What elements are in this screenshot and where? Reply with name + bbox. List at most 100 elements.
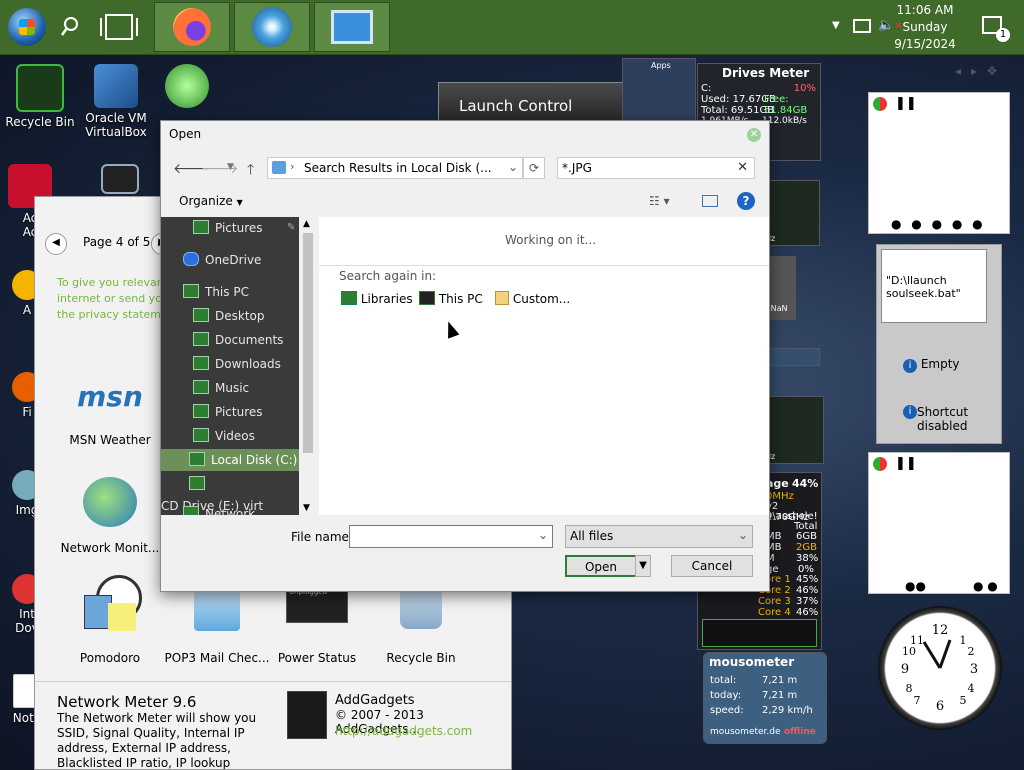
dialog-close-button[interactable]: ✕	[747, 128, 761, 142]
search-icon[interactable]	[60, 16, 80, 38]
up-button[interactable]: 🡑	[247, 159, 254, 183]
clock-face-icon: 12 3 6 9 1 11 10 2 4 5 7 8	[901, 623, 978, 714]
nav-videos[interactable]: Videos	[161, 425, 299, 447]
folder-icon	[193, 428, 209, 442]
nav-label: Pictures	[215, 221, 263, 235]
search-input[interactable]: *.JPG	[562, 161, 592, 175]
scroll-up-icon[interactable]: ▲	[303, 219, 310, 229]
view-options-icon[interactable]: ☷ ▾	[649, 194, 670, 208]
pause-icon[interactable]: ❚❚	[895, 96, 917, 111]
dots-indicator: ●●	[905, 579, 926, 593]
nav-scrollbar[interactable]: ▲ ▼	[299, 217, 317, 515]
clear-search-icon[interactable]: ✕	[737, 160, 748, 175]
address-dropdown-icon[interactable]: ⌄	[508, 160, 518, 174]
nav-onedrive[interactable]: OneDrive	[161, 249, 299, 271]
pause-icon[interactable]: ❚❚	[895, 456, 917, 471]
folder-icon	[193, 356, 209, 370]
organize-button[interactable]: Organize ▼	[179, 194, 243, 208]
refresh-button[interactable]: ⟳	[523, 157, 545, 179]
launch-control-window[interactable]: Launch Control	[438, 82, 640, 124]
desktop-icon-label: Int	[19, 607, 35, 621]
scroll-thumb[interactable]	[303, 233, 313, 453]
file-name-input[interactable]: ⌄	[349, 525, 553, 548]
scroll-down-icon[interactable]: ▼	[303, 503, 310, 513]
preview-pane-icon[interactable]	[702, 195, 718, 207]
msn-logo-icon: msn	[77, 380, 143, 413]
start-button[interactable]	[8, 8, 46, 46]
nav-local-disk[interactable]: Local Disk (C:)	[161, 449, 299, 471]
mousometer-speed-label: speed:	[710, 705, 744, 716]
gadget-tile-pomodoro[interactable]: Pomodoro	[57, 575, 163, 665]
nav-cd-drive[interactable]: CD Drive (E:) virt	[161, 473, 299, 513]
cpu-usage-value: 44%	[792, 477, 819, 490]
help-icon[interactable]: ?	[737, 192, 755, 210]
analog-clock[interactable]: 12 3 6 9 1 11 10 2 4 5 7 8	[878, 606, 1002, 730]
clock-day: Sunday	[902, 20, 948, 34]
windows-orb-icon	[252, 7, 292, 47]
shortcut-status: i Shortcut disabled	[903, 405, 993, 433]
search-folder-icon	[272, 161, 286, 174]
launcher-info-panel[interactable]: "D:\llaunch soulseek.bat" i Empty i Shor…	[876, 244, 1002, 444]
cancel-button[interactable]: Cancel	[671, 555, 753, 577]
nav-this-pc[interactable]: This PC	[161, 281, 299, 303]
nav-downloads[interactable]: Downloads	[161, 353, 299, 375]
nav-pictures-quick[interactable]: Pictures ✎	[161, 217, 299, 239]
search-libraries-link[interactable]: Libraries	[341, 291, 413, 306]
gadget-tile-network-monitor[interactable]: Network Monit...	[57, 477, 163, 555]
privacy-line: internet or send you	[57, 292, 169, 305]
task-view-icon[interactable]	[98, 12, 140, 42]
taskbar-firefox[interactable]	[154, 2, 230, 52]
open-dropdown-button[interactable]: ▼	[635, 555, 651, 577]
taskbar-windows-app[interactable]	[234, 2, 310, 52]
sidebar-arrows[interactable]: ◂▸✥	[955, 64, 1007, 78]
search-location-label: This PC	[438, 292, 483, 306]
desktop-windows-app[interactable]	[152, 64, 222, 111]
prev-page-button[interactable]: ◀	[45, 233, 67, 255]
content-pane[interactable]: Working on it... Search again in: Librar…	[319, 217, 769, 515]
clock[interactable]: 11:06 AM Sunday 9/15/2024	[890, 2, 960, 53]
file-type-select[interactable]: All files ⌄	[565, 525, 753, 548]
taskbar: ▼ 🔈✕ 11:06 AM Sunday 9/15/2024 1	[0, 0, 1024, 55]
launcher-panel-2[interactable]: ❚❚ ●● ● ●	[868, 452, 1010, 594]
nav-pictures[interactable]: Pictures	[161, 401, 299, 423]
core-pct: 46%	[796, 607, 819, 618]
nav-network[interactable]: Network	[161, 503, 299, 515]
nav-label: OneDrive	[205, 253, 262, 267]
drive-percent: 10%	[793, 83, 816, 94]
core-name: Core 3	[758, 596, 791, 607]
clock-time: 11:06 AM	[896, 3, 954, 17]
launcher-panel-1[interactable]: ❚❚ ● ● ● ● ●	[868, 92, 1010, 234]
libraries-icon	[341, 291, 357, 305]
nav-documents[interactable]: Documents	[161, 329, 299, 351]
search-box[interactable]: *.JPG ✕	[557, 157, 755, 179]
open-button[interactable]: Open	[565, 555, 637, 577]
mousometer-site[interactable]: mousometer.de	[710, 727, 781, 737]
desktop-virtualbox[interactable]: Oracle VM VirtualBox	[76, 64, 156, 139]
notification-icon[interactable]: 1	[982, 16, 1010, 42]
desktop-monitor-app[interactable]	[90, 164, 150, 197]
taskbar-display-app[interactable]	[314, 2, 390, 52]
search-this-pc-link[interactable]: This PC	[419, 291, 483, 306]
network-icon[interactable]	[853, 19, 871, 33]
mouse-cursor-icon	[442, 319, 460, 339]
desktop-recycle-bin[interactable]: Recycle Bin	[0, 64, 80, 129]
apps-gadget[interactable]: Apps	[622, 58, 696, 122]
publisher-url[interactable]: http://addgadgets.com	[335, 724, 472, 738]
search-custom-link[interactable]: Custom...	[495, 291, 570, 306]
gadget-tile-msn-weather[interactable]: msn MSN Weather	[57, 373, 163, 447]
recent-locations-dropdown[interactable]: ▼	[227, 162, 234, 172]
mousometer-title: mousometer	[709, 655, 795, 669]
mousometer-total-label: total:	[710, 675, 737, 686]
folder-icon	[193, 380, 209, 394]
tray-overflow-icon[interactable]: ▼	[832, 20, 840, 31]
pin-icon: ✎	[287, 222, 296, 233]
file-name-dropdown-icon[interactable]: ⌄	[538, 528, 548, 542]
empty-label: Empty	[920, 357, 960, 371]
mousometer-gadget[interactable]: mousometer total: 7,21 m today: 7,21 m s…	[703, 652, 827, 744]
nav-desktop[interactable]: Desktop	[161, 305, 299, 327]
nav-music[interactable]: Music	[161, 377, 299, 399]
open-dialog[interactable]: Open ✕ 🡐 🡒 ▼ 🡑 › Search Results in Local…	[160, 120, 770, 592]
cpu-gb2: 2GB	[796, 542, 817, 553]
address-bar[interactable]: › Search Results in Local Disk (... ⌄	[267, 157, 523, 179]
navigation-pane[interactable]: Pictures ✎ OneDrive This PC Desktop Docum…	[161, 217, 317, 515]
